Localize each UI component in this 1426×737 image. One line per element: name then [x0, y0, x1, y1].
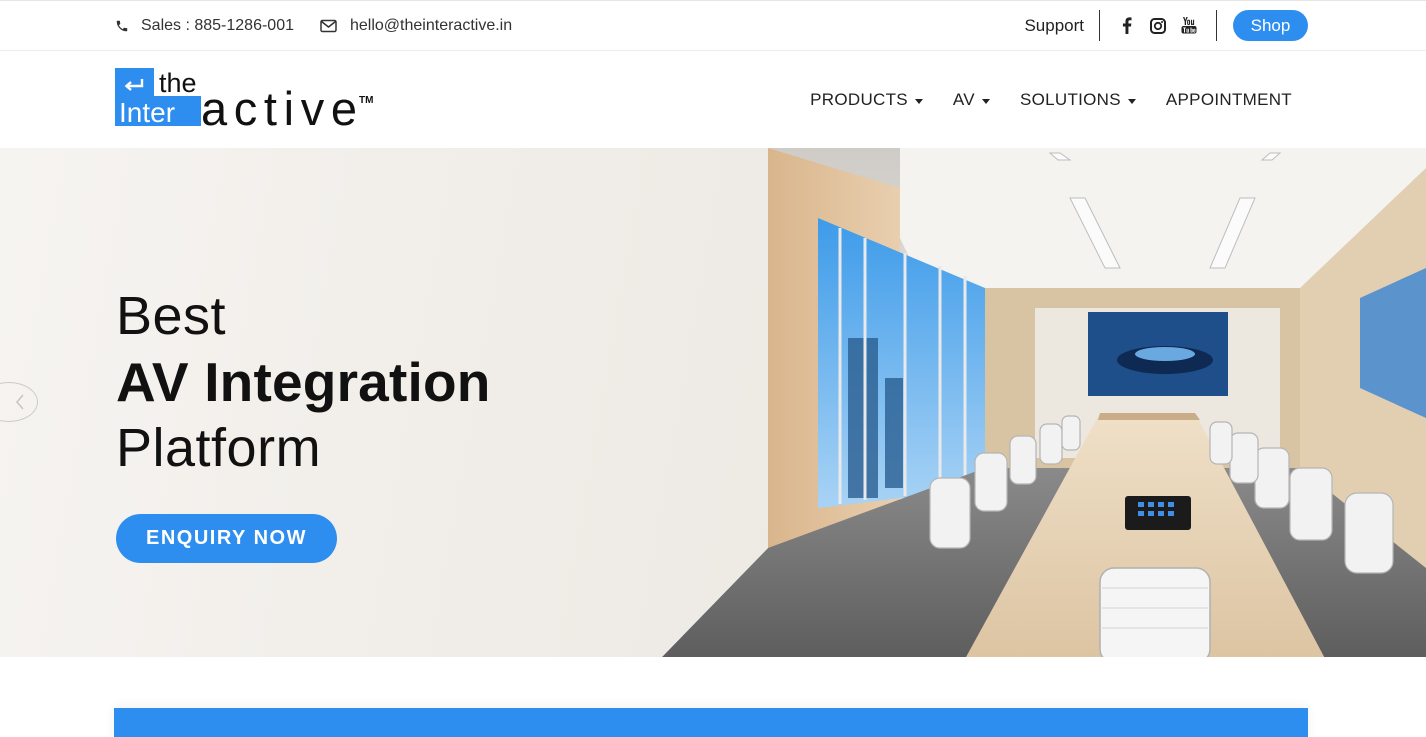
hero-line-1: Best	[116, 286, 227, 346]
feature-band	[114, 708, 1308, 737]
nav-item-label: APPOINTMENT	[1165, 90, 1292, 109]
phone-icon	[113, 17, 131, 35]
social-links	[1100, 17, 1216, 35]
hero-headline: Best AV Integration Platform	[116, 283, 491, 481]
email-link[interactable]: hello@theinteractive.in	[319, 1, 512, 51]
logo-word-the: the	[159, 68, 197, 98]
main-header: the Inter active TM PRODUCTS AV SOLUTION…	[0, 52, 1426, 148]
hero-line-3: Platform	[116, 418, 322, 478]
caret-down-icon	[981, 98, 990, 104]
email-text: hello@theinteractive.in	[350, 17, 513, 34]
hero-slider: Best AV Integration Platform ENQUIRY NOW	[0, 148, 1426, 657]
caret-down-icon	[1127, 98, 1136, 104]
facebook-icon[interactable]	[1118, 17, 1136, 35]
chevron-left-icon	[16, 394, 24, 410]
top-bar: Sales : 885-1286-001 hello@theinteractiv…	[0, 0, 1426, 51]
site-logo[interactable]: the Inter active TM	[115, 68, 377, 130]
hero-line-2: AV Integration	[116, 351, 491, 413]
logo-word-inter: Inter	[119, 97, 175, 128]
shop-button[interactable]: Shop	[1233, 10, 1308, 41]
support-link[interactable]: Support	[1024, 16, 1099, 36]
nav-item-products[interactable]: PRODUCTS	[810, 90, 923, 110]
instagram-icon[interactable]	[1149, 17, 1167, 35]
logo-badge-top	[115, 68, 154, 98]
envelope-icon	[319, 17, 337, 35]
nav-item-label: PRODUCTS	[810, 90, 908, 109]
logo-trademark: TM	[359, 95, 373, 106]
logo-word-active: active	[201, 82, 357, 130]
sales-phone-text: Sales : 885-1286-001	[141, 17, 294, 34]
sales-phone-link[interactable]: Sales : 885-1286-001	[113, 1, 294, 51]
youtube-icon[interactable]	[1180, 17, 1198, 35]
top-right-group: Support Shop	[1024, 10, 1308, 41]
nav-item-label: AV	[952, 90, 975, 109]
divider	[1216, 10, 1217, 41]
nav-item-appointment[interactable]: APPOINTMENT	[1166, 90, 1292, 110]
main-nav: PRODUCTS AV SOLUTIONS APPOINTMENT	[810, 52, 1292, 148]
nav-item-solutions[interactable]: SOLUTIONS	[1020, 90, 1136, 110]
enquiry-now-button[interactable]: ENQUIRY NOW	[116, 514, 337, 563]
nav-item-label: SOLUTIONS	[1019, 90, 1121, 109]
nav-item-av[interactable]: AV	[953, 90, 990, 110]
caret-down-icon	[914, 98, 923, 104]
